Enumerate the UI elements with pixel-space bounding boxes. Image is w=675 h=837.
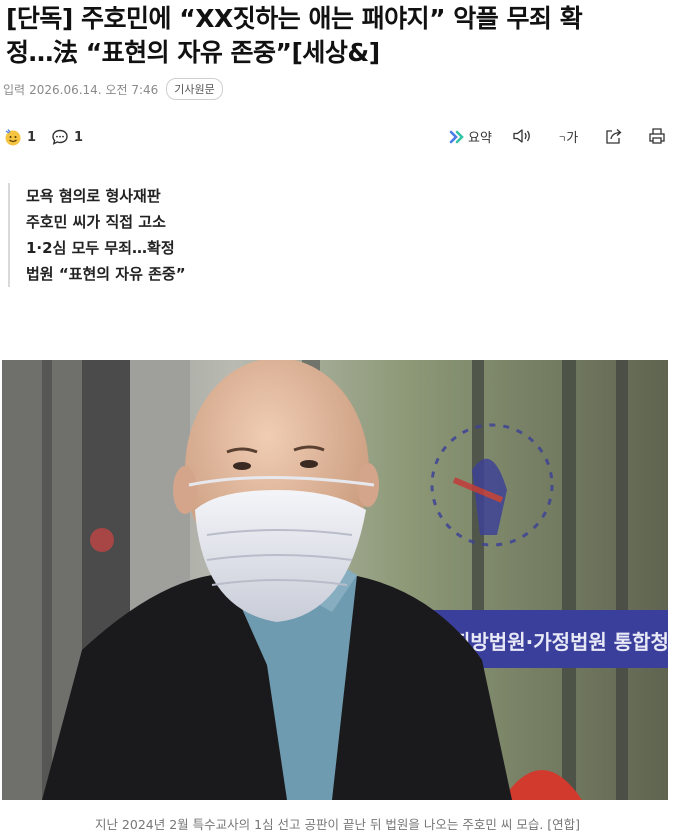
- summary-button[interactable]: 요약: [449, 127, 492, 146]
- article-toolbar: 1 1 요약 ㄱ 가: [0, 126, 675, 152]
- headline-line-1: [단독] 주호민에 “XX짓하는 애는 패야지” 악플 무죄 확: [6, 4, 583, 33]
- summary-item: 모욕 혐의로 형사재판: [26, 187, 161, 205]
- comment-icon: [52, 129, 68, 145]
- reaction-emoji-icon: [5, 129, 21, 146]
- comment-button[interactable]: 1: [51, 128, 83, 146]
- share-icon: [606, 129, 622, 144]
- headline-line-2: 정…法 “표현의 자유 존중”[세상&]: [6, 38, 380, 67]
- publish-date: 2026.06.14. 오전 7:46: [29, 82, 159, 97]
- summary-item: 법원 “표현의 자유 존중”: [26, 265, 186, 283]
- print-icon: [649, 128, 665, 144]
- reaction-button[interactable]: 1: [4, 128, 36, 146]
- summary-label: 요약: [468, 131, 492, 146]
- audio-button[interactable]: [512, 127, 532, 145]
- article-meta: 입력 2026.06.14. 오전 7:46 기사원문: [3, 78, 223, 100]
- summary-icon: [449, 130, 464, 143]
- photo-illustration: 지방법원·가정법원 통합청사: [2, 360, 668, 800]
- photo-sign-text: 지방법원·가정법원 통합청사: [452, 630, 668, 654]
- audio-icon: [513, 129, 530, 143]
- font-size-label: 가: [566, 131, 579, 146]
- meta-label: 입력: [3, 82, 26, 97]
- comment-count: 1: [74, 129, 84, 145]
- article-summary: 모욕 혐의로 형사재판 주호민 씨가 직접 고소 1·2심 모두 무죄…확정 법…: [8, 183, 186, 287]
- original-article-button[interactable]: 기사원문: [166, 78, 223, 100]
- article-photo: 지방법원·가정법원 통합청사: [2, 360, 668, 800]
- reaction-count: 1: [27, 129, 37, 145]
- print-button[interactable]: [648, 127, 666, 145]
- share-button[interactable]: [604, 127, 624, 145]
- font-size-icon: ㄱ: [558, 135, 567, 145]
- photo-caption: 지난 2024년 2월 특수교사의 1심 선고 공판이 끝난 뒤 법원을 나오는…: [94, 817, 581, 832]
- font-size-button[interactable]: ㄱ 가: [558, 127, 578, 146]
- summary-item: 1·2심 모두 무죄…확정: [26, 239, 175, 257]
- summary-item: 주호민 씨가 직접 고소: [26, 213, 166, 231]
- article-headline: [단독] 주호민에 “XX짓하는 애는 패야지” 악플 무죄 확 정…法 “표현…: [6, 2, 666, 70]
